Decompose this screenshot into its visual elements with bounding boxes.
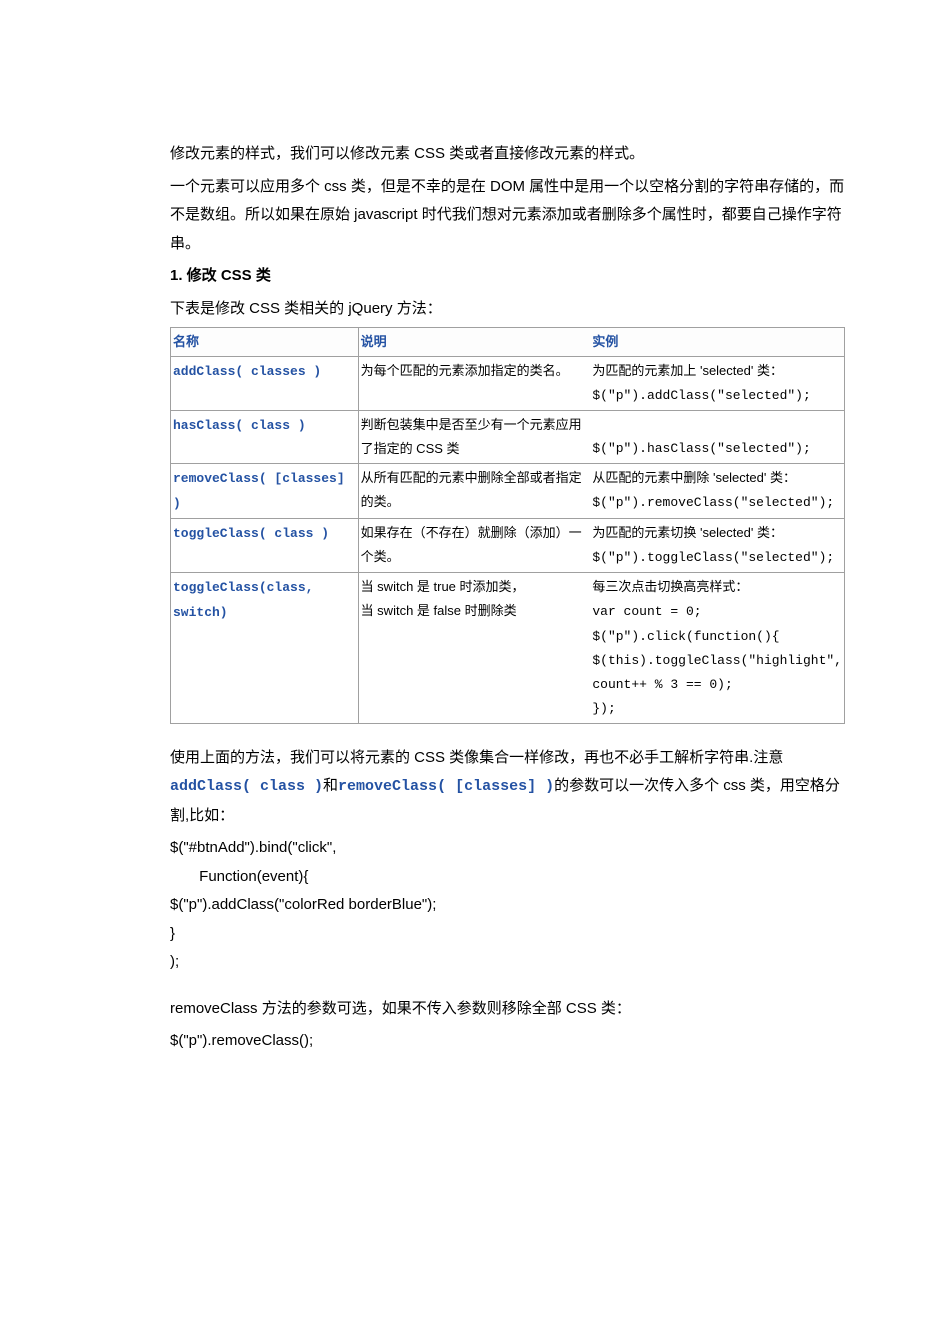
cell-desc: 如果存在（不存在）就删除（添加）一个类。 [358, 519, 590, 573]
cell-desc: 当 switch 是 true 时添加类， 当 switch 是 false 时… [358, 573, 590, 723]
col-name: 名称 [171, 328, 359, 357]
cell-desc: 从所有匹配的元素中删除全部或者指定的类。 [358, 464, 590, 519]
col-desc: 说明 [358, 328, 590, 357]
inline-addclass[interactable]: addClass( class ) [170, 778, 323, 795]
cell-example: 每三次点击切换高亮样式： var count = 0; $("p").click… [590, 573, 844, 723]
removeclass-note: removeClass 方法的参数可选，如果不传入参数则移除全部 CSS 类： [170, 995, 845, 1024]
table-header-row: 名称 说明 实例 [171, 328, 845, 357]
table-row: toggleClass( class ) 如果存在（不存在）就删除（添加）一个类… [171, 519, 845, 573]
css-methods-table: 名称 说明 实例 addClass( classes ) 为每个匹配的元素添加指… [170, 327, 845, 724]
method-addclass[interactable]: addClass( classes ) [173, 364, 321, 379]
section-heading-1: 1. 修改 CSS 类 [170, 262, 845, 291]
method-toggleclass[interactable]: toggleClass( class ) [173, 526, 329, 541]
intro-paragraph-2: 一个元素可以应用多个 css 类，但是不幸的是在 DOM 属性中是用一个以空格分… [170, 173, 845, 259]
cell-example: 为匹配的元素加上 'selected' 类： $("p").addClass("… [590, 357, 844, 411]
table-row: hasClass( class ) 判断包装集中是否至少有一个元素应用了指定的 … [171, 411, 845, 464]
table-row: toggleClass(class, switch) 当 switch 是 tr… [171, 573, 845, 723]
table-row: removeClass( [classes] ) 从所有匹配的元素中删除全部或者… [171, 464, 845, 519]
cell-desc: 为每个匹配的元素添加指定的类名。 [358, 357, 590, 411]
code-block-removeclass: $("p").removeClass(); [170, 1027, 845, 1056]
cell-example: $("p").hasClass("selected"); [590, 411, 844, 464]
inline-removeclass[interactable]: removeClass( [classes] ) [338, 778, 554, 795]
code-block-bind: $("#btnAdd").bind("click", Function(even… [170, 834, 845, 977]
col-example: 实例 [590, 328, 844, 357]
cell-example: 为匹配的元素切换 'selected' 类： $("p").toggleClas… [590, 519, 844, 573]
method-removeclass[interactable]: removeClass( [classes] ) [173, 471, 345, 511]
method-toggleclass-switch[interactable]: toggleClass(class, switch) [173, 580, 313, 620]
cell-desc: 判断包装集中是否至少有一个元素应用了指定的 CSS 类 [358, 411, 590, 464]
method-hasclass[interactable]: hasClass( class ) [173, 418, 306, 433]
table-lead: 下表是修改 CSS 类相关的 jQuery 方法： [170, 295, 845, 324]
table-row: addClass( classes ) 为每个匹配的元素添加指定的类名。 为匹配… [171, 357, 845, 411]
intro-paragraph-1: 修改元素的样式，我们可以修改元素 CSS 类或者直接修改元素的样式。 [170, 140, 845, 169]
cell-example: 从匹配的元素中删除 'selected' 类： $("p").removeCla… [590, 464, 844, 519]
after-table-paragraph: 使用上面的方法，我们可以将元素的 CSS 类像集合一样修改，再也不必手工解析字符… [170, 744, 845, 831]
